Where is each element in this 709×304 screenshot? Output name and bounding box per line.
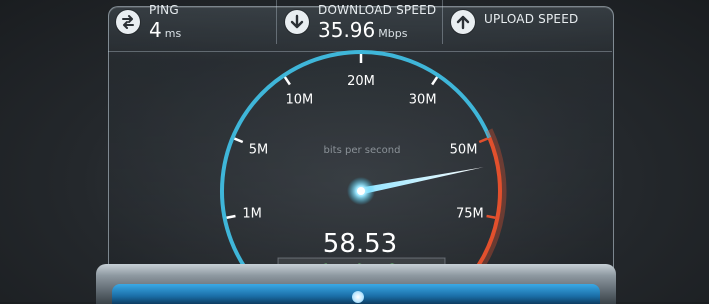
speed-reading: 58.53 [323, 229, 397, 259]
needle-hub [357, 187, 365, 195]
gauge-tick-mark [486, 214, 496, 219]
gauge-tick-label: 20M [347, 74, 375, 89]
gauge-tick-label: 75M [456, 207, 484, 222]
gauge-tick-mark [226, 214, 236, 219]
gauge-tick-mark [233, 137, 244, 144]
gauge-needle [360, 167, 484, 195]
gauge-tick-mark [431, 76, 439, 86]
gauge-tick-label: 30M [409, 93, 437, 108]
gauge-tick-label: 5M [249, 143, 269, 158]
gauge-tick-mark [283, 76, 291, 86]
gauge-tick-mark [478, 137, 489, 144]
bits-per-second-label: bits per second [324, 145, 401, 156]
speed-gauge: 01M5M10M20M30M50M75M100M bits per second… [220, 50, 507, 294]
gauge-tick-label: 10M [285, 93, 313, 108]
tray-indicator-dot [352, 291, 364, 303]
gauge-tick-label: 50M [450, 143, 478, 158]
gauge-tick-label: 1M [242, 207, 262, 222]
